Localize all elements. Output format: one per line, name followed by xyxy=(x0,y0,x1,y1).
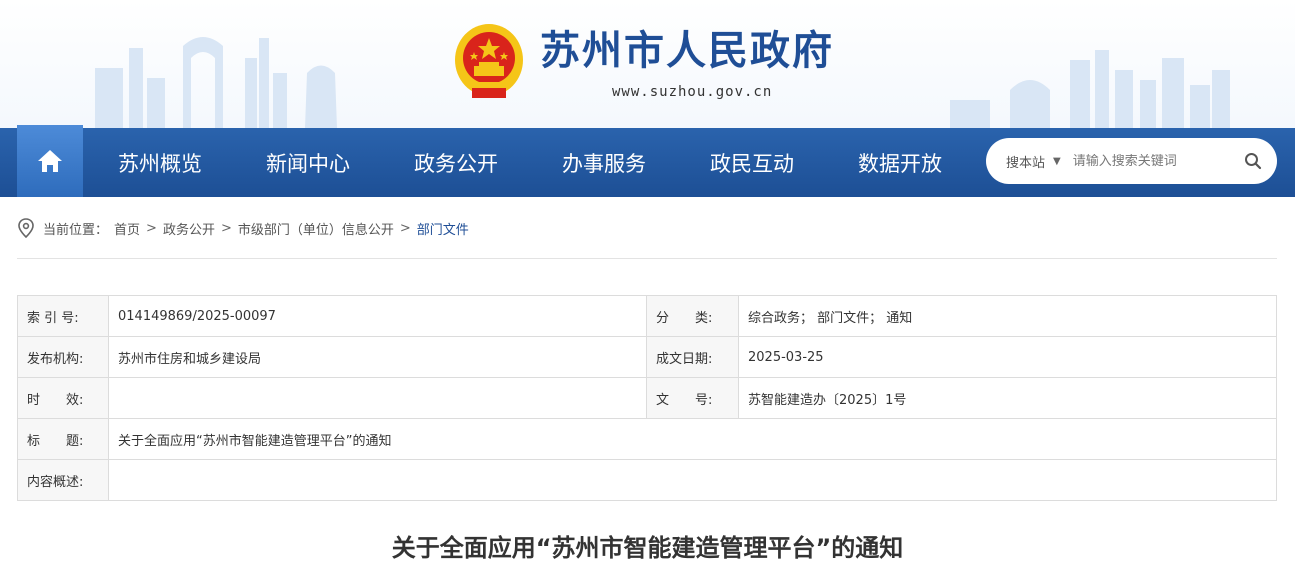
index-value: 014149869/2025-00097 xyxy=(108,295,647,337)
publisher-value: 苏州市住房和城乡建设局 xyxy=(108,336,647,378)
search-icon[interactable] xyxy=(1243,151,1263,171)
table-row: 内容概述: xyxy=(17,459,1277,501)
breadcrumb-government-affairs[interactable]: 政务公开 xyxy=(163,219,215,238)
validity-value xyxy=(108,377,647,419)
breadcrumb-department-disclosure[interactable]: 市级部门（单位）信息公开 xyxy=(238,219,394,238)
table-row: 索 引 号: 014149869/2025-00097 分 类: 综合政务； 部… xyxy=(17,295,1277,337)
search-input[interactable] xyxy=(1072,153,1223,169)
nav-item-news-center[interactable]: 新闻中心 xyxy=(234,128,382,197)
document-number-value: 苏智能建造办〔2025〕1号 xyxy=(738,377,1277,419)
home-icon xyxy=(38,150,62,172)
site-title: 苏州市人民政府 xyxy=(540,28,834,74)
breadcrumb-home[interactable]: 首页 xyxy=(114,219,140,238)
location-pin-icon xyxy=(18,218,34,238)
nav-item-suzhou-overview[interactable]: 苏州概览 xyxy=(86,128,234,197)
main-nav: 苏州概览 新闻中心 政务公开 办事服务 政民互动 数据开放 搜本站 ▼ xyxy=(0,125,1295,197)
city-skyline-left-image xyxy=(95,37,337,128)
city-skyline-right-image xyxy=(950,50,1230,128)
validity-label: 时 效: xyxy=(17,377,109,419)
index-label: 索 引 号: xyxy=(17,295,109,337)
breadcrumb-separator: > xyxy=(146,220,157,236)
site-header: 苏州市人民政府 www.suzhou.gov.cn xyxy=(0,0,1295,128)
date-value: 2025-03-25 xyxy=(738,336,1277,378)
date-label: 成文日期: xyxy=(646,336,739,378)
nav-home-button[interactable] xyxy=(17,125,83,197)
search-scope-select[interactable]: 搜本站 xyxy=(1006,152,1045,171)
nav-item-interaction[interactable]: 政民互动 xyxy=(678,128,826,197)
category-value: 综合政务； 部门文件； 通知 xyxy=(738,295,1277,337)
nav-item-government-affairs[interactable]: 政务公开 xyxy=(382,128,530,197)
breadcrumb-department-documents[interactable]: 部门文件 xyxy=(417,219,469,238)
site-url: www.suzhou.gov.cn xyxy=(612,84,773,100)
nav-item-open-data[interactable]: 数据开放 xyxy=(826,128,974,197)
breadcrumb-prefix: 当前位置： xyxy=(43,222,109,238)
document-title: 关于全面应用“苏州市智能建造管理平台”的通知 xyxy=(391,534,904,562)
title-label: 标 题: xyxy=(17,418,109,460)
breadcrumb-divider xyxy=(17,258,1277,259)
document-info-table: 索 引 号: 014149869/2025-00097 分 类: 综合政务； 部… xyxy=(17,295,1277,501)
search-box: 搜本站 ▼ xyxy=(986,138,1277,184)
summary-label: 内容概述: xyxy=(17,459,109,501)
title-value: 关于全面应用“苏州市智能建造管理平台”的通知 xyxy=(108,418,1277,460)
breadcrumb: 当前位置： 首页 > 政务公开 > 市级部门（单位）信息公开 > 部门文件 xyxy=(17,216,469,240)
publisher-label: 发布机构: xyxy=(17,336,109,378)
document-number-label: 文 号: xyxy=(646,377,739,419)
caret-down-icon[interactable]: ▼ xyxy=(1053,156,1061,167)
summary-value xyxy=(108,459,1277,501)
site-logo[interactable]: 苏州市人民政府 www.suzhou.gov.cn xyxy=(452,22,834,102)
table-row: 标 题: 关于全面应用“苏州市智能建造管理平台”的通知 xyxy=(17,418,1277,460)
breadcrumb-separator: > xyxy=(399,220,411,236)
national-emblem-icon xyxy=(455,24,523,98)
category-label: 分 类: xyxy=(646,295,739,337)
table-row: 发布机构: 苏州市住房和城乡建设局 成文日期: 2025-03-25 xyxy=(17,336,1277,378)
nav-item-services[interactable]: 办事服务 xyxy=(530,128,678,197)
breadcrumb-separator: > xyxy=(220,220,232,236)
table-row: 时 效: 文 号: 苏智能建造办〔2025〕1号 xyxy=(17,377,1277,419)
